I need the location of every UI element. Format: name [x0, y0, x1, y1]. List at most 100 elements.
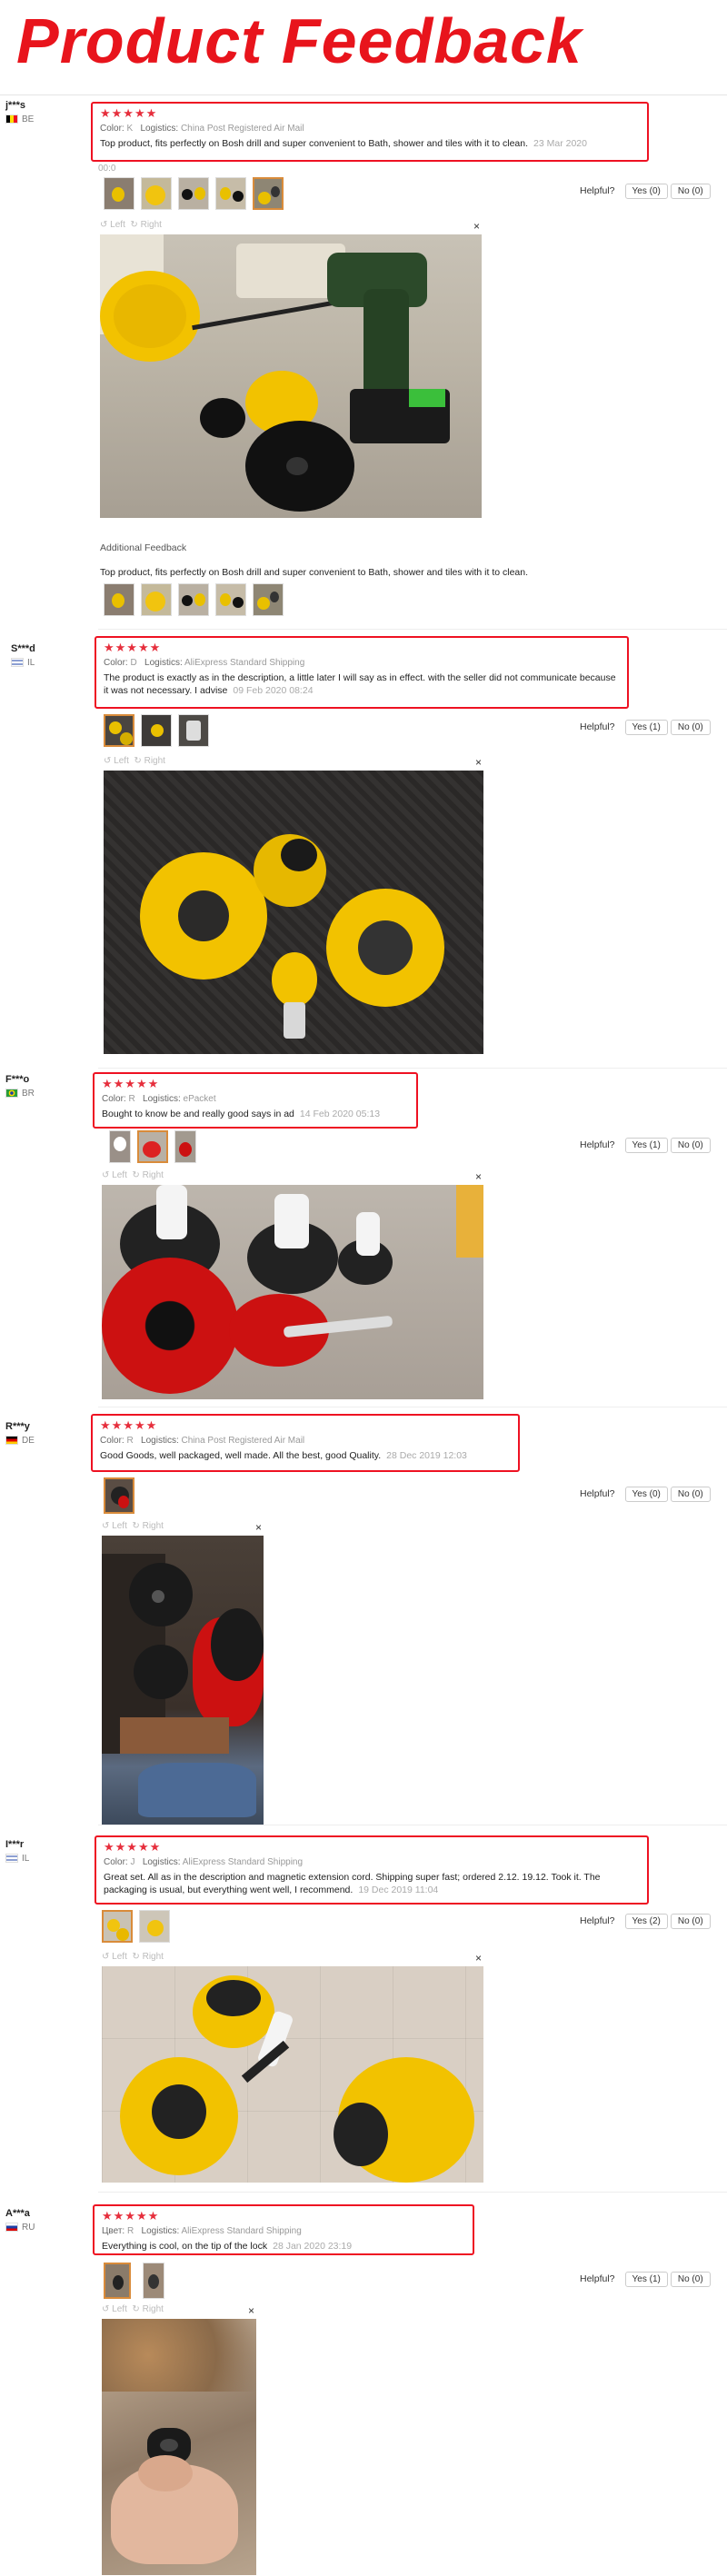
photo-thumbnail[interactable]	[178, 177, 209, 210]
rotate-right-icon[interactable]: ↻	[134, 756, 144, 766]
photo-thumbnail-selected[interactable]	[102, 1910, 133, 1943]
close-icon[interactable]: ×	[475, 1952, 482, 1964]
rotate-right-icon[interactable]: ↻	[132, 1521, 142, 1531]
rotate-left-icon[interactable]: ↺	[102, 1521, 112, 1531]
rotate-right-button[interactable]: Right	[143, 1952, 164, 1962]
helpful-yes-button[interactable]: Yes (1)	[624, 2272, 668, 2287]
review-highlight: ★★★★★ Color: R Logistics: China Post Reg…	[91, 1414, 520, 1472]
photo-thumbnail[interactable]	[104, 583, 134, 616]
review-item: A***a RU ★★★★★ Цвет: R Logistics: AliExp…	[0, 2204, 727, 2576]
rotate-left-button[interactable]: Left	[114, 756, 129, 766]
photo-thumbnail-selected[interactable]	[104, 1477, 134, 1514]
helpful-box: Helpful? Yes (1) No (0)	[580, 2272, 711, 2287]
review-date-overflow: 00:0	[98, 164, 116, 174]
helpful-yes-button[interactable]: Yes (2)	[624, 1914, 668, 1929]
rating-stars: ★★★★★	[102, 2209, 160, 2223]
page-title: Product Feedback	[16, 5, 583, 76]
review-photo[interactable]	[100, 234, 482, 518]
divider	[98, 629, 727, 630]
close-icon[interactable]: ×	[475, 756, 482, 769]
rotate-right-icon[interactable]: ↻	[132, 2304, 142, 2314]
photo-viewer: ↺ Left ↻ Right ×	[102, 1170, 483, 1399]
photo-thumbnail[interactable]	[215, 177, 246, 210]
photo-thumbnail-selected[interactable]	[104, 2263, 131, 2299]
rotate-right-icon[interactable]: ↻	[132, 1170, 142, 1180]
photo-thumbnail[interactable]	[178, 583, 209, 616]
rotate-right-button[interactable]: Right	[143, 2304, 164, 2314]
photo-thumbnail[interactable]	[174, 1130, 196, 1163]
reviewer-country: IL	[5, 1854, 29, 1864]
review-date: 28 Dec 2019 12:03	[386, 1450, 467, 1461]
close-icon[interactable]: ×	[248, 2304, 254, 2317]
helpful-yes-button[interactable]: Yes (1)	[624, 720, 668, 735]
helpful-yes-button[interactable]: Yes (1)	[624, 1138, 668, 1153]
helpful-no-button[interactable]: No (0)	[670, 1138, 711, 1153]
rotate-left-button[interactable]: Left	[112, 1521, 127, 1531]
helpful-no-button[interactable]: No (0)	[670, 184, 711, 199]
rotate-right-button[interactable]: Right	[143, 1170, 164, 1180]
helpful-no-button[interactable]: No (0)	[670, 2272, 711, 2287]
rotate-right-icon[interactable]: ↻	[132, 1952, 142, 1962]
photo-thumbnail-selected[interactable]	[137, 1130, 168, 1163]
rotate-left-icon[interactable]: ↺	[102, 1952, 112, 1962]
rotate-right-button[interactable]: Right	[144, 756, 165, 766]
review-highlight: ★★★★★ Цвет: R Logistics: AliExpress Stan…	[93, 2204, 474, 2255]
photo-thumbnail[interactable]	[141, 714, 172, 747]
flag-icon	[5, 1436, 18, 1446]
photo-thumbnail[interactable]	[139, 1910, 170, 1943]
helpful-no-button[interactable]: No (0)	[670, 1914, 711, 1929]
helpful-box: Helpful? Yes (0) No (0)	[580, 184, 711, 199]
photo-thumbnail[interactable]	[253, 583, 284, 616]
rotate-left-button[interactable]: Left	[110, 220, 125, 230]
rating-stars: ★★★★★	[104, 1840, 162, 1854]
photo-thumbnail[interactable]	[104, 177, 134, 210]
color-value: D	[130, 658, 137, 668]
helpful-yes-button[interactable]: Yes (0)	[624, 1487, 668, 1502]
rotate-left-icon[interactable]: ↺	[102, 2304, 112, 2314]
review-photo[interactable]	[102, 1185, 483, 1399]
logistics-value: AliExpress Standard Shipping	[184, 658, 305, 668]
close-icon[interactable]: ×	[473, 220, 480, 233]
photo-thumbnail[interactable]	[143, 2263, 164, 2299]
rotate-left-icon[interactable]: ↺	[104, 756, 114, 766]
photo-thumbnail[interactable]	[109, 1130, 131, 1163]
rotate-left-icon[interactable]: ↺	[100, 220, 110, 230]
review-text: The product is exactly as in the descrip…	[104, 672, 616, 696]
photo-viewer: ↺ Left ↻ Right ×	[104, 756, 483, 1054]
rotate-left-icon[interactable]: ↺	[102, 1170, 112, 1180]
rotate-left-button[interactable]: Left	[112, 1952, 127, 1962]
review-photo[interactable]	[102, 1536, 264, 1825]
divider	[98, 2192, 727, 2193]
close-icon[interactable]: ×	[475, 1170, 482, 1183]
rotate-left-button[interactable]: Left	[112, 1170, 127, 1180]
reviewer-name: S***d	[11, 643, 35, 654]
reviewer-country: BR	[5, 1089, 35, 1099]
photo-viewer: ↺ Left ↻ Right ×	[102, 1952, 483, 2183]
helpful-no-button[interactable]: No (0)	[670, 1487, 711, 1502]
review-photo[interactable]	[104, 771, 483, 1054]
rotate-right-icon[interactable]: ↻	[130, 220, 140, 230]
additional-thumbnail-strip	[104, 583, 284, 616]
photo-thumbnail[interactable]	[178, 714, 209, 747]
review-item: R***y DE ★★★★★ Color: R Logistics: China…	[0, 1414, 727, 1832]
photo-thumbnail-selected[interactable]	[253, 177, 284, 210]
photo-thumbnail-selected[interactable]	[104, 714, 134, 747]
flag-icon	[11, 658, 24, 668]
review-date: 23 Mar 2020	[533, 138, 587, 149]
logistics-value: ePacket	[183, 1094, 216, 1104]
photo-thumbnail[interactable]	[141, 583, 172, 616]
rotate-right-button[interactable]: Right	[143, 1521, 164, 1531]
review-text: Top product, fits perfectly on Bosh dril…	[100, 138, 529, 149]
rotate-left-button[interactable]: Left	[112, 2304, 127, 2314]
divider	[0, 94, 727, 95]
close-icon[interactable]: ×	[255, 1521, 262, 1534]
review-photo[interactable]	[102, 2319, 256, 2575]
photo-thumbnail[interactable]	[141, 177, 172, 210]
photo-viewer: ↺ Left ↻ Right ×	[102, 2304, 256, 2575]
review-photo[interactable]	[102, 1966, 483, 2183]
flag-icon	[5, 1854, 18, 1864]
helpful-no-button[interactable]: No (0)	[670, 720, 711, 735]
rotate-right-button[interactable]: Right	[141, 220, 162, 230]
helpful-yes-button[interactable]: Yes (0)	[624, 184, 668, 199]
photo-thumbnail[interactable]	[215, 583, 246, 616]
